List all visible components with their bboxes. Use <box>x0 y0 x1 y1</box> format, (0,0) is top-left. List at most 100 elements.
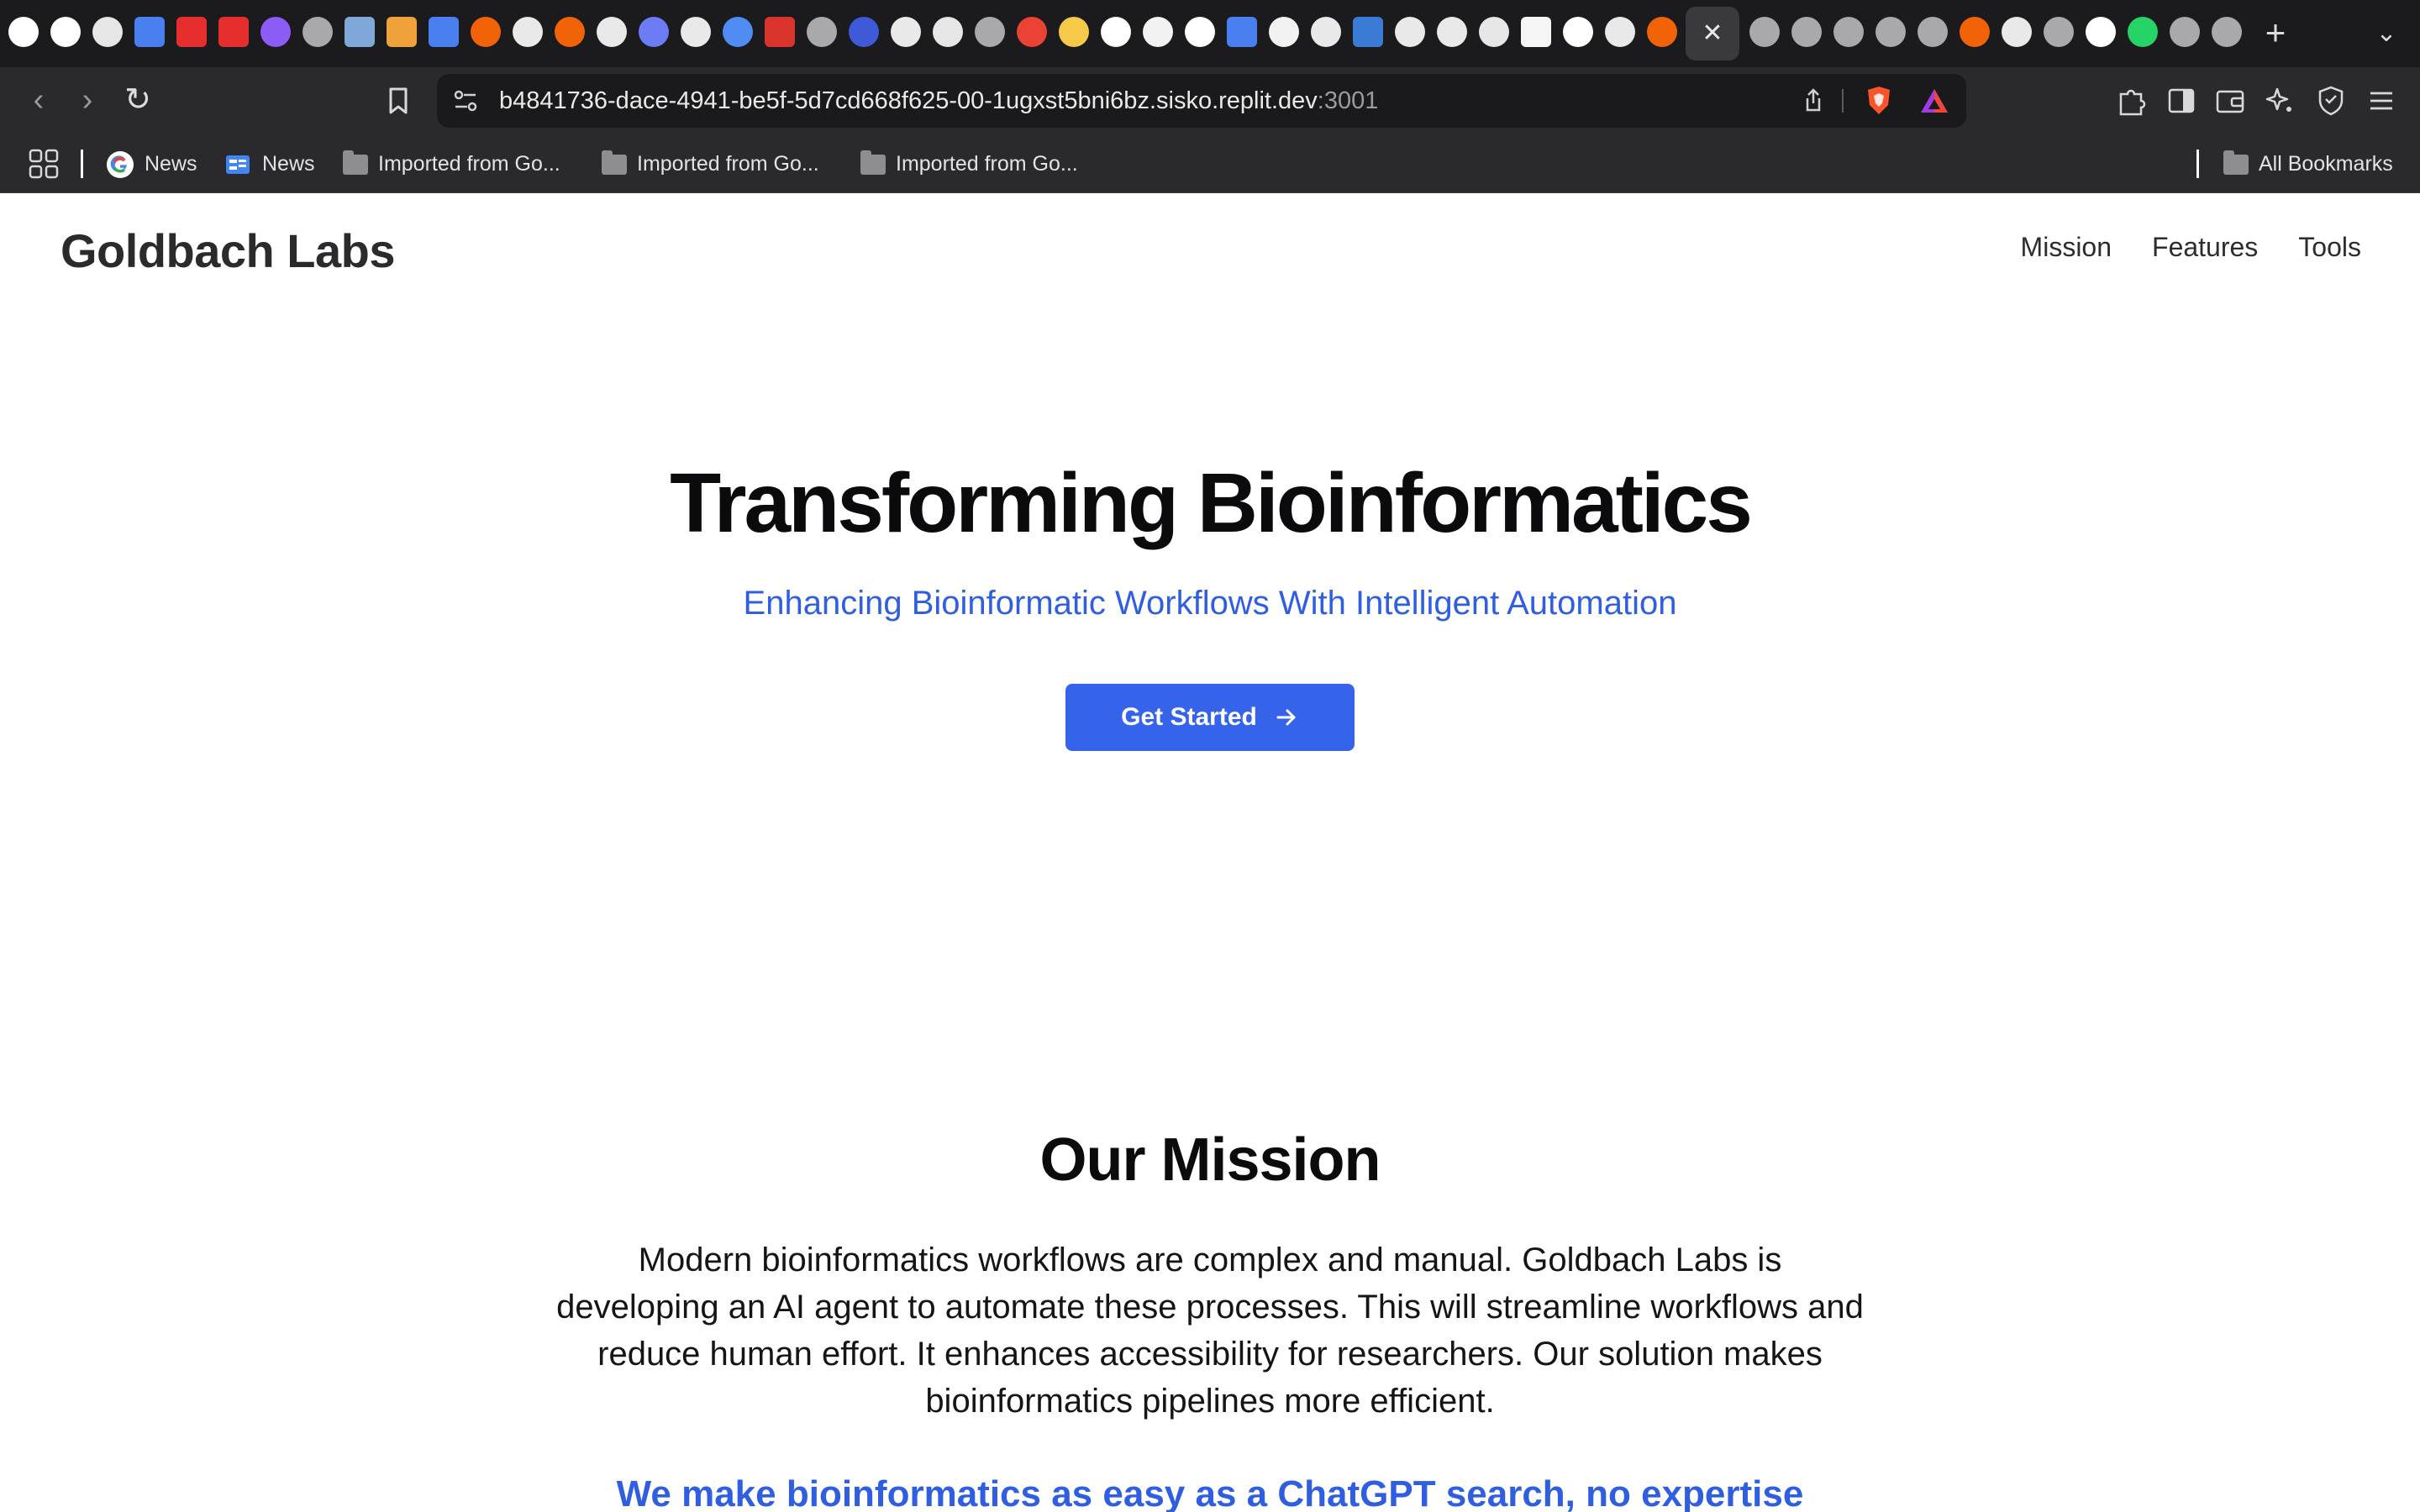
bookmark-google-news[interactable]: News <box>106 134 197 193</box>
huggingface-icon[interactable] <box>1059 17 1089 47</box>
bookmark-icon[interactable] <box>380 82 417 119</box>
globe-icon[interactable] <box>2170 17 2200 47</box>
hero-subtitle: Enhancing Bioinformatic Workflows With I… <box>743 585 1677 622</box>
youtube-icon[interactable] <box>176 17 207 47</box>
new-tab-button[interactable]: + <box>2255 13 2296 54</box>
sparkle-icon[interactable] <box>723 17 753 47</box>
openai-icon[interactable] <box>1395 17 1425 47</box>
url-text[interactable]: b4841736-dace-4941-be5f-5d7cd668f625-00-… <box>499 74 1378 128</box>
get-started-button[interactable]: Get Started <box>1065 684 1355 751</box>
perplexity-icon[interactable] <box>1479 17 1509 47</box>
mission-tagline: We make bioinformatics as easy as a Chat… <box>616 1473 1804 1512</box>
ollama-icon[interactable] <box>1143 17 1173 47</box>
globe-icon[interactable] <box>1749 17 1780 47</box>
openai-icon[interactable] <box>2002 17 2032 47</box>
bookmark-folder-2[interactable]: Imported from Go... <box>602 134 819 193</box>
nav-link-tools[interactable]: Tools <box>2298 232 2361 263</box>
browser-chrome: ✕ + ⌄ ‹ › ↻ b4841736-dace-4941-be5f-5d7c… <box>0 0 2420 193</box>
url-host: b4841736-dace-4941-be5f-5d7cd668f625-00-… <box>499 87 1318 114</box>
cohere-icon[interactable] <box>639 17 669 47</box>
bookmark-google-news-2[interactable]: News <box>224 134 315 193</box>
address-divider <box>1842 89 1844 113</box>
scribd-icon[interactable] <box>765 17 795 47</box>
brave-shields-icon[interactable] <box>1862 84 1896 118</box>
github-icon[interactable] <box>50 17 81 47</box>
all-bookmarks-button[interactable]: All Bookmarks <box>2223 134 2393 193</box>
share-icon[interactable] <box>1798 86 1828 116</box>
active-tab[interactable]: ✕ <box>1686 7 1739 60</box>
openai-icon[interactable] <box>1311 17 1341 47</box>
openai-icon[interactable] <box>1605 17 1635 47</box>
bookmark-folder-1[interactable]: Imported from Go... <box>343 134 560 193</box>
globe-icon[interactable] <box>2044 17 2074 47</box>
google-docs-icon[interactable] <box>1227 17 1257 47</box>
globe-icon[interactable] <box>2212 17 2242 47</box>
perplexity-icon[interactable] <box>933 17 963 47</box>
youtube-icon[interactable] <box>218 17 249 47</box>
globe-icon[interactable] <box>975 17 1005 47</box>
openai-icon[interactable] <box>513 17 543 47</box>
whatsapp-icon[interactable] <box>2128 17 2158 47</box>
globe-icon[interactable] <box>807 17 837 47</box>
folder-icon <box>2223 150 2249 176</box>
google-docs-icon[interactable] <box>134 17 165 47</box>
bookmark-label: Imported from Go... <box>378 152 560 176</box>
replit-icon[interactable] <box>1647 17 1677 47</box>
sidebar-icon[interactable] <box>2163 82 2200 119</box>
folder-icon <box>343 150 368 176</box>
globe-icon[interactable] <box>1833 17 1864 47</box>
folder-icon <box>602 150 627 176</box>
perplexity-icon[interactable] <box>92 17 123 47</box>
address-bar[interactable]: b4841736-dace-4941-be5f-5d7cd668f625-00-… <box>437 74 1966 128</box>
wikipedia-icon[interactable] <box>1521 17 1551 47</box>
apps-grid-icon[interactable] <box>29 149 59 179</box>
nav-link-features[interactable]: Features <box>2152 232 2258 263</box>
wallet-icon[interactable] <box>2212 82 2249 119</box>
bar-chart-icon[interactable] <box>1353 17 1383 47</box>
arc-icon[interactable] <box>849 17 879 47</box>
tether-icon[interactable] <box>2086 17 2116 47</box>
brand-logo[interactable]: Goldbach Labs <box>60 223 396 278</box>
openai-icon[interactable] <box>681 17 711 47</box>
bookmark-label: Imported from Go... <box>637 152 819 176</box>
google-news-icon <box>226 155 250 175</box>
globe-icon[interactable] <box>1876 17 1906 47</box>
chevron-down-icon[interactable]: ⌄ <box>2366 13 2407 54</box>
bookmark-folder-3[interactable]: Imported from Go... <box>860 134 1078 193</box>
openai-icon[interactable] <box>891 17 921 47</box>
gmail-icon[interactable] <box>1017 17 1047 47</box>
replit-icon[interactable] <box>555 17 585 47</box>
reload-button[interactable]: ↻ <box>118 81 158 121</box>
replit-icon[interactable] <box>471 17 501 47</box>
github-icon[interactable] <box>8 17 39 47</box>
google-docs-icon[interactable] <box>429 17 459 47</box>
bookmark-label: News <box>262 152 315 176</box>
leo-ai-icon[interactable] <box>2262 82 2299 119</box>
globe-icon[interactable] <box>1791 17 1822 47</box>
replit-icon[interactable] <box>1960 17 1990 47</box>
vpn-shield-icon[interactable] <box>2312 82 2349 119</box>
openai-icon[interactable] <box>1437 17 1467 47</box>
site-settings-icon[interactable] <box>450 86 481 116</box>
folder-app-icon[interactable] <box>387 17 417 47</box>
web-page: Goldbach Labs Mission Features Tools Tra… <box>0 193 2420 1512</box>
pdf-thumb-icon[interactable] <box>345 17 375 47</box>
globe-icon[interactable] <box>302 17 333 47</box>
nav-link-mission[interactable]: Mission <box>2021 232 2112 263</box>
arrow-right-icon <box>1276 709 1296 726</box>
github-icon[interactable] <box>1101 17 1131 47</box>
bookmarks-separator <box>81 150 83 178</box>
close-tab-icon[interactable]: ✕ <box>1686 7 1739 60</box>
forward-button[interactable]: › <box>67 81 108 121</box>
menu-icon[interactable] <box>2363 82 2400 119</box>
back-button[interactable]: ‹ <box>18 81 59 121</box>
github-icon[interactable] <box>1563 17 1593 47</box>
github-icon[interactable] <box>1185 17 1215 47</box>
brave-rewards-icon[interactable] <box>1918 84 1951 118</box>
extensions-icon[interactable] <box>2112 82 2149 119</box>
openai-icon[interactable] <box>597 17 627 47</box>
google-icon <box>107 151 134 179</box>
u-badge-icon[interactable] <box>260 17 291 47</box>
x-icon[interactable] <box>1269 17 1299 47</box>
globe-icon[interactable] <box>1918 17 1948 47</box>
